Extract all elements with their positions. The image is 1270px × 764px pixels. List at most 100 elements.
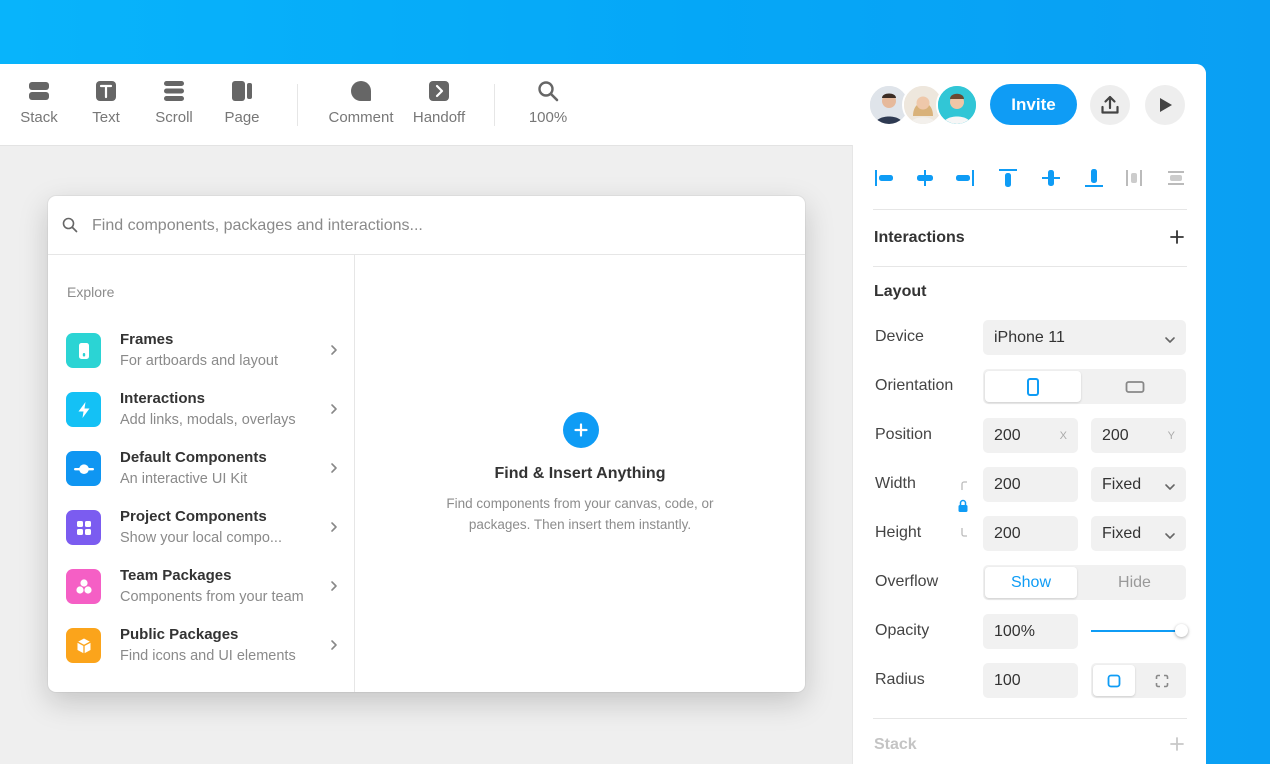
divider [873, 209, 1187, 210]
opacity-slider-knob[interactable] [1175, 624, 1188, 637]
orientation-toggle [983, 369, 1186, 404]
collaborator-avatars[interactable] [868, 84, 978, 126]
explore-item-title: Project Components [120, 508, 267, 525]
align-middle-icon[interactable] [1038, 165, 1064, 191]
plus-icon [1170, 230, 1184, 244]
scroll-tool[interactable]: Scroll [138, 79, 210, 126]
opacity-slider-track[interactable] [1091, 624, 1188, 637]
insert-plus-button[interactable] [563, 412, 599, 448]
layout-section-title: Layout [874, 283, 927, 300]
overflow-show-option[interactable]: Show [985, 567, 1077, 598]
empty-state-description: Find components from your canvas, code, … [446, 496, 714, 532]
insert-panel: Explore Frames For artboards and layout … [48, 196, 805, 692]
chevron-down-icon [1164, 479, 1176, 497]
explore-item-team-packages[interactable]: Team Packages Components from your team [48, 563, 354, 619]
handoff-tool[interactable]: Handoff [403, 79, 475, 126]
divider [873, 266, 1187, 267]
toolbar-divider [494, 84, 495, 126]
comment-icon [325, 79, 397, 103]
stack-icon [3, 79, 75, 103]
stack-section-title: Stack [874, 736, 917, 753]
explore-item-desc: Show your local compo... [120, 530, 282, 546]
width-mode-select[interactable]: Fixed [1091, 467, 1186, 502]
radius-input[interactable]: 100 [983, 663, 1078, 698]
explore-heading: Explore [67, 284, 115, 300]
preview-button[interactable] [1145, 85, 1185, 125]
axis-y-label: Y [1167, 429, 1175, 442]
explore-item-frames[interactable]: Frames For artboards and layout [48, 327, 354, 383]
chevron-right-icon [329, 461, 339, 479]
app-window: Stack Text Scroll Page Comment Handoff 1… [0, 64, 1206, 764]
toggle-icon [66, 451, 101, 486]
empty-state-title: Find & Insert Anything [494, 465, 666, 482]
explore-item-default-components[interactable]: Default Components An interactive UI Kit [48, 445, 354, 501]
add-stack-button[interactable] [1169, 736, 1185, 757]
upload-icon [1101, 95, 1119, 114]
opacity-slider-fill [1091, 630, 1181, 632]
share-button[interactable] [1090, 85, 1130, 125]
toolbar: Stack Text Scroll Page Comment Handoff 1… [0, 64, 1206, 146]
explore-item-interactions[interactable]: Interactions Add links, modals, overlays [48, 386, 354, 442]
device-select[interactable]: iPhone 11 [983, 320, 1186, 355]
zoom-control[interactable]: 100% [512, 79, 584, 126]
height-input[interactable]: 200 [983, 516, 1078, 551]
plus-icon [574, 423, 588, 437]
width-value: 200 [994, 475, 1021, 493]
text-tool-label: Text [92, 109, 120, 126]
chevron-down-icon [1164, 332, 1176, 350]
aspect-lock-toggle[interactable] [957, 480, 971, 543]
width-input[interactable]: 200 [983, 467, 1078, 502]
radius-label: Radius [875, 671, 925, 688]
zoom-icon [512, 79, 584, 103]
orientation-landscape[interactable] [1085, 371, 1184, 402]
explore-item-title: Default Components [120, 449, 267, 466]
invite-button[interactable]: Invite [990, 84, 1077, 125]
radius-uniform-option[interactable] [1093, 665, 1135, 696]
distribute-horizontal-icon[interactable] [1121, 165, 1147, 191]
plus-icon [1170, 737, 1184, 751]
toolbar-divider [297, 84, 298, 126]
chevron-right-icon [329, 343, 339, 361]
explore-list: Explore Frames For artboards and layout … [48, 255, 355, 692]
align-right-icon[interactable] [952, 165, 978, 191]
orientation-portrait[interactable] [985, 371, 1081, 402]
comment-tool[interactable]: Comment [325, 79, 397, 126]
search-input[interactable] [90, 208, 774, 244]
explore-item-title: Frames [120, 331, 174, 348]
radius-individual-option[interactable] [1139, 665, 1184, 696]
align-bottom-icon[interactable] [1081, 165, 1107, 191]
opacity-label: Opacity [875, 622, 930, 639]
width-label: Width [875, 475, 916, 492]
distribute-vertical-icon[interactable] [1163, 165, 1189, 191]
explore-item-desc: Components from your team [120, 589, 304, 605]
axis-x-label: X [1059, 429, 1067, 442]
overflow-label: Overflow [875, 573, 939, 590]
position-y-input[interactable]: 200 Y [1091, 418, 1186, 453]
chevron-right-icon [329, 402, 339, 420]
align-center-horizontal-icon[interactable] [912, 165, 938, 191]
add-interaction-button[interactable] [1169, 229, 1185, 250]
overflow-hide-option[interactable]: Hide [1085, 567, 1184, 598]
align-top-icon[interactable] [995, 165, 1021, 191]
properties-panel: Interactions Layout Device iPhone 11 Ori… [852, 145, 1206, 764]
avatar[interactable] [936, 84, 978, 126]
stack-tool[interactable]: Stack [3, 79, 75, 126]
position-x-input[interactable]: 200 X [983, 418, 1078, 453]
page-tool[interactable]: Page [206, 79, 278, 126]
chevron-right-icon [329, 579, 339, 597]
opacity-input[interactable]: 100% [983, 614, 1078, 649]
radius-uniform-icon [1107, 674, 1121, 687]
explore-item-public-packages[interactable]: Public Packages Find icons and UI elemen… [48, 622, 354, 678]
height-mode-select[interactable]: Fixed [1091, 516, 1186, 551]
text-tool[interactable]: Text [70, 79, 142, 126]
explore-item-desc: An interactive UI Kit [120, 471, 248, 487]
scroll-tool-label: Scroll [155, 109, 193, 126]
height-mode-value: Fixed [1102, 524, 1142, 542]
zoom-level: 100% [528, 109, 568, 126]
align-left-icon[interactable] [871, 165, 897, 191]
radius-individual-icon [1155, 674, 1168, 687]
portrait-icon [1027, 377, 1039, 396]
explore-item-project-components[interactable]: Project Components Show your local compo… [48, 504, 354, 560]
orientation-label: Orientation [875, 377, 954, 394]
position-x-value: 200 [994, 426, 1021, 444]
